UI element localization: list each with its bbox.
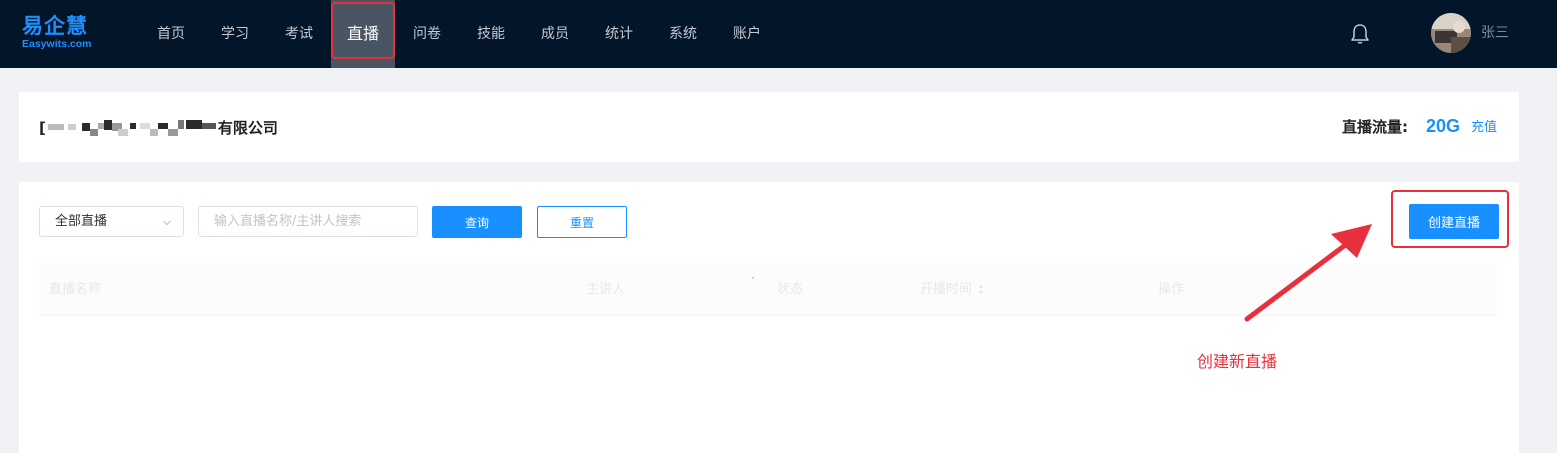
chevron-down-icon <box>163 220 171 226</box>
column-header-start-time-label: 开播时间 <box>920 282 973 297</box>
column-header-status: 状态 <box>777 282 804 297</box>
live-traffic-value: 20G <box>1426 116 1461 136</box>
bell-icon[interactable] <box>1350 23 1370 45</box>
nav-item-survey[interactable]: 问卷 <box>395 0 459 68</box>
sort-icon[interactable] <box>978 284 984 295</box>
company-name-redacted <box>46 118 218 136</box>
recharge-link[interactable]: 充值 <box>1471 120 1497 136</box>
reset-button[interactable]: 重置 <box>537 206 627 238</box>
create-live-button[interactable]: 创建直播 <box>1409 204 1499 239</box>
live-traffic-label: 直播流量: <box>1342 118 1408 136</box>
column-header-speaker: 主讲人 <box>586 282 626 297</box>
nav-live-highlight-box <box>331 2 395 59</box>
company-name: [ 有限公司 <box>39 118 278 137</box>
column-header-name: 直播名称 <box>49 282 102 297</box>
query-button[interactable]: 查询 <box>432 206 522 238</box>
table-header: 直播名称 主讲人 ′ 状态 开播时间 操作 <box>39 263 1497 316</box>
logo-text-cn: 易企慧 <box>22 14 88 38</box>
nav-item-members[interactable]: 成员 <box>523 0 587 68</box>
logo-text-en: Easywits.com <box>22 38 92 50</box>
column-header-start-time[interactable]: 开播时间 <box>920 282 984 298</box>
nav-item-system[interactable]: 系统 <box>651 0 715 68</box>
company-card: [ 有限公司 直播流量: 20G 充值 <box>19 92 1519 162</box>
nav-item-account[interactable]: 账户 <box>715 0 779 68</box>
nav-item-skills[interactable]: 技能 <box>459 0 523 68</box>
cursor-mark: ′ <box>752 276 755 287</box>
brand-logo[interactable]: 易企慧 Easywits.com <box>22 14 112 54</box>
live-list-card: 全部直播 查询 重置 创建直播 直播名称 主讲人 ′ 状态 开播时间 操作 <box>19 182 1519 453</box>
annotation-label: 创建新直播 <box>1197 352 1278 371</box>
nav-item-exam[interactable]: 考试 <box>267 0 331 68</box>
live-type-select-value: 全部直播 <box>55 214 108 229</box>
column-header-actions: 操作 <box>1158 282 1185 297</box>
user-name[interactable]: 张三 <box>1481 24 1509 42</box>
nav-item-home[interactable]: 首页 <box>139 0 203 68</box>
live-type-select[interactable]: 全部直播 <box>39 206 184 237</box>
page-right-gutter <box>1519 68 1557 453</box>
company-name-prefix: [ <box>39 119 46 137</box>
search-input[interactable] <box>198 206 418 237</box>
top-navbar: 易企慧 Easywits.com 首页 学习 考试 直播 问卷 技能 成员 统计… <box>0 0 1557 68</box>
nav-item-learning[interactable]: 学习 <box>203 0 267 68</box>
nav-item-stats[interactable]: 统计 <box>587 0 651 68</box>
avatar[interactable] <box>1431 13 1471 53</box>
company-name-suffix: 有限公司 <box>217 119 278 137</box>
